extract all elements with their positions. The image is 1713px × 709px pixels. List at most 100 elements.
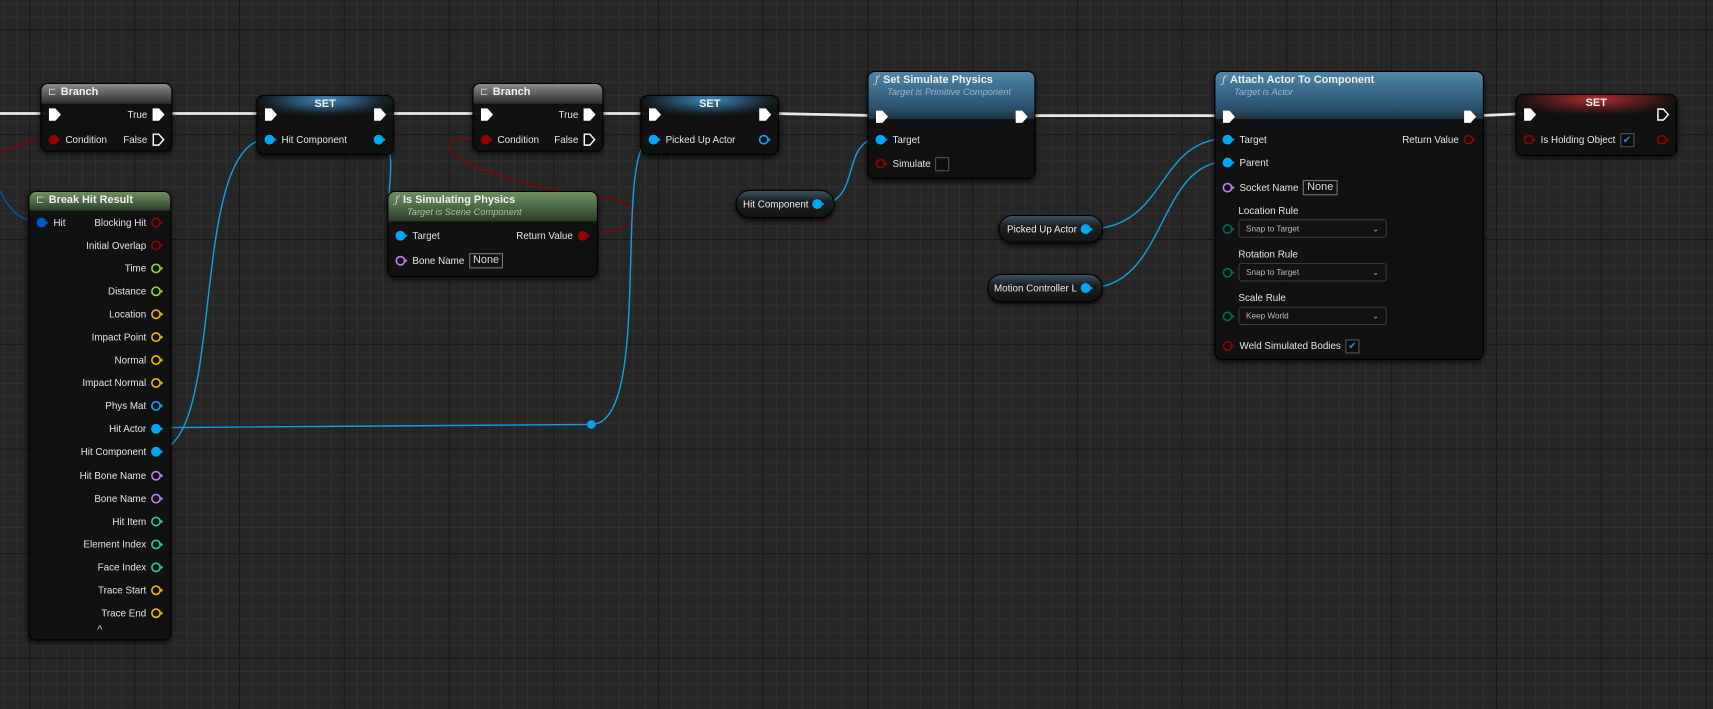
exec-pin-icon[interactable] — [1463, 110, 1477, 123]
bool-pin-icon[interactable] — [151, 216, 164, 229]
object-pin-icon[interactable] — [1222, 133, 1235, 146]
object-pin-icon[interactable] — [151, 399, 164, 412]
hit-actor-wire[interactable] — [154, 137, 653, 429]
exec-pin-icon[interactable] — [48, 108, 61, 121]
checkbox-checked[interactable]: ✔ — [1619, 132, 1634, 147]
bool-pin-icon[interactable] — [151, 239, 164, 252]
int-pin-icon[interactable] — [151, 561, 164, 574]
output-pin-row[interactable]: Hit Item — [112, 515, 164, 528]
exec-pin-icon[interactable] — [1222, 110, 1235, 123]
input-pin-row[interactable]: Hit Component — [264, 133, 347, 146]
input-pin-row[interactable]: Bone Name None — [395, 253, 504, 269]
checkbox-unchecked[interactable] — [935, 156, 950, 171]
object-pin-icon[interactable] — [151, 422, 164, 435]
input-pin-row[interactable] — [1523, 108, 1537, 121]
input-pin-row[interactable]: Condition — [480, 133, 539, 146]
exec-pin-icon[interactable] — [152, 108, 165, 121]
output-pin-row[interactable]: False — [123, 133, 165, 146]
enum-pin-icon[interactable] — [1222, 223, 1235, 236]
object-pin-icon[interactable] — [875, 133, 888, 146]
float-pin-icon[interactable] — [151, 285, 164, 298]
node-header[interactable]: ƒ Is Simulating Physics Target is Scene Co… — [388, 192, 597, 222]
vector-pin-icon[interactable] — [151, 308, 164, 321]
output-pin-row[interactable]: Trace End — [101, 607, 164, 620]
input-pin-row[interactable]: Hit — [36, 216, 65, 229]
bool-pin-icon[interactable] — [577, 229, 590, 242]
output-pin-row[interactable]: Location — [109, 308, 164, 321]
output-pin-row[interactable]: Face Index — [98, 561, 164, 574]
object-pin-icon[interactable] — [758, 133, 771, 146]
node-branch-1[interactable]: ⊏ Branch Condition True False — [40, 82, 173, 152]
node-header[interactable]: ⊏ Branch — [473, 84, 603, 104]
node-set-2[interactable]: SET Picked Up Actor — [640, 94, 780, 155]
output-pin-row[interactable]: Return Value — [516, 229, 590, 242]
input-pin-row[interactable]: Target — [875, 133, 920, 146]
input-pin-row[interactable]: Picked Up Actor — [648, 133, 735, 146]
output-pin-row[interactable]: False — [554, 133, 596, 146]
exec-pin-icon[interactable] — [1656, 108, 1670, 121]
output-pin-row[interactable]: Time — [125, 262, 164, 275]
float-pin-icon[interactable] — [151, 262, 164, 275]
node-header[interactable]: ƒ Attach Actor To Component Target is Acto… — [1215, 72, 1483, 119]
input-pin-row[interactable] — [480, 108, 494, 121]
node-break-hit-result[interactable]: ⊏ Break Hit Result Hit Blocking Hit Initial … — [28, 190, 172, 641]
output-pin-row[interactable] — [373, 108, 387, 121]
picked-up-actor-wire[interactable] — [1087, 137, 1228, 230]
output-pin-row[interactable] — [1656, 108, 1670, 121]
object-pin-icon[interactable] — [648, 133, 661, 146]
output-pin-row[interactable] — [1463, 110, 1477, 123]
input-pin-row[interactable] — [1222, 310, 1235, 323]
input-pin-row[interactable] — [1222, 266, 1235, 279]
hit-component-wire[interactable] — [154, 137, 270, 452]
output-pin-row[interactable] — [1015, 110, 1028, 123]
output-pin-row[interactable]: Bone Name — [94, 492, 164, 505]
vector-pin-icon[interactable] — [151, 376, 164, 389]
input-pin-row[interactable]: Is Holding Object ✔ — [1523, 132, 1634, 147]
exec-wire[interactable] — [772, 112, 880, 118]
getter-hit-component[interactable]: Hit Component — [735, 189, 835, 219]
name-pin-icon[interactable] — [151, 469, 164, 482]
name-pin-icon[interactable] — [151, 492, 164, 505]
node-set-1[interactable]: SET Hit Component — [256, 94, 394, 155]
enum-pin-icon[interactable] — [1222, 310, 1235, 323]
checkbox-checked[interactable]: ✔ — [1345, 338, 1360, 353]
vector-pin-icon[interactable] — [151, 584, 164, 597]
exec-pin-icon[interactable] — [373, 108, 387, 121]
bool-pin-icon[interactable] — [48, 133, 61, 146]
input-pin-row[interactable] — [1222, 223, 1235, 236]
output-pin-row[interactable]: True — [558, 108, 596, 121]
input-pin-row[interactable]: Target — [1222, 133, 1267, 146]
output-pin-row[interactable] — [758, 108, 772, 121]
motion-controller-wire[interactable] — [1087, 160, 1228, 289]
reroute-knot[interactable] — [587, 420, 596, 429]
bool-pin-icon[interactable] — [875, 157, 888, 170]
object-pin-icon[interactable] — [1222, 156, 1235, 169]
node-is-simulating-physics[interactable]: ƒ Is Simulating Physics Target is Scene Co… — [387, 190, 598, 278]
object-pin-icon[interactable] — [812, 197, 825, 210]
input-pin-row[interactable]: Weld Simulated Bodies ✔ — [1222, 338, 1360, 353]
vector-pin-icon[interactable] — [151, 607, 164, 620]
blueprint-graph-canvas[interactable]: ⊏ Branch Condition True False SET Hit Componen… — [0, 0, 1713, 709]
enum-pin-icon[interactable] — [1222, 266, 1235, 279]
node-branch-2[interactable]: ⊏ Branch Condition True False — [472, 82, 604, 152]
exec-pin-icon[interactable] — [583, 133, 596, 146]
output-pin-row[interactable]: Distance — [108, 285, 164, 298]
input-pin-row[interactable] — [48, 108, 61, 121]
input-pin-row[interactable]: Condition — [48, 133, 107, 146]
output-pin-row[interactable]: Impact Normal — [82, 376, 164, 389]
exec-pin-icon[interactable] — [875, 110, 889, 123]
output-pin-row[interactable] — [373, 133, 386, 146]
exec-pin-icon[interactable] — [758, 108, 772, 121]
bool-pin-icon[interactable] — [1463, 133, 1476, 146]
node-header[interactable]: ⊏ Break Hit Result — [29, 192, 171, 211]
output-pin-row[interactable]: Blocking Hit — [94, 216, 164, 229]
output-pin-row[interactable]: Normal — [115, 354, 164, 367]
output-pin-row[interactable] — [1656, 133, 1669, 146]
input-pin-row[interactable] — [648, 108, 662, 121]
exec-pin-icon[interactable] — [583, 108, 596, 121]
location-rule-dropdown[interactable]: Snap to Target ⌄ — [1238, 219, 1387, 238]
output-pin-row[interactable]: Initial Overlap — [86, 239, 164, 252]
exec-pin-icon[interactable] — [1523, 108, 1537, 121]
input-pin-row[interactable] — [875, 110, 889, 123]
output-pin-row[interactable] — [758, 133, 771, 146]
